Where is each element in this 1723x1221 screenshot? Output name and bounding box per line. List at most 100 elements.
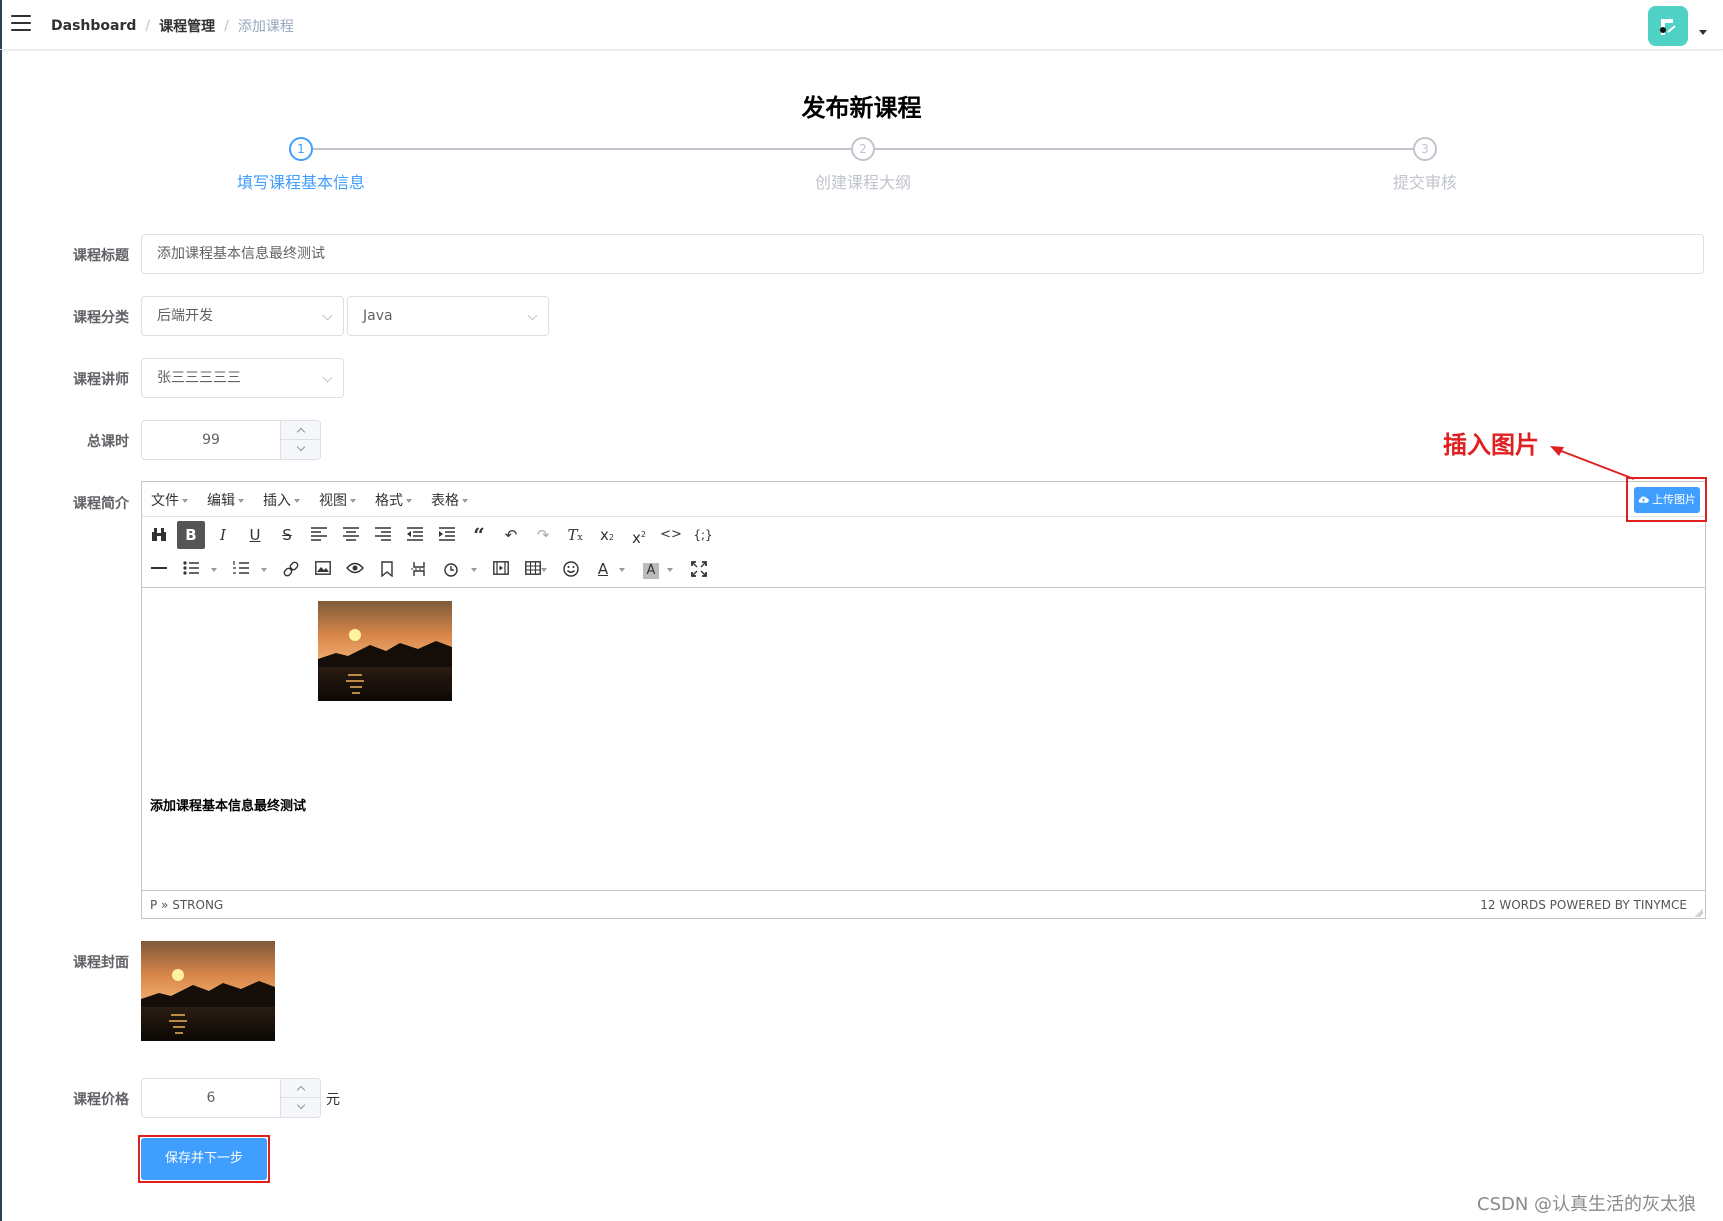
step-1-icon: 1 <box>289 137 313 161</box>
horizontal-rule-icon[interactable] <box>145 555 173 583</box>
caret-down-icon <box>406 499 412 503</box>
menu-table[interactable]: 表格 <box>431 490 468 510</box>
align-right-icon[interactable] <box>369 521 397 549</box>
table-caret-icon[interactable] <box>541 568 547 572</box>
category-level2-value: Java <box>363 308 393 324</box>
editor-content-area[interactable]: 添加课程基本信息最终测试 <box>142 588 1705 890</box>
chevron-down-icon <box>296 1100 306 1110</box>
user-avatar[interactable] <box>1648 6 1688 46</box>
text-color-caret-icon[interactable] <box>619 568 625 572</box>
bold-icon[interactable]: B <box>177 521 205 549</box>
redo-icon[interactable]: ↷ <box>529 521 557 549</box>
strikethrough-icon[interactable]: S <box>273 521 301 549</box>
chevron-down-icon <box>527 310 538 321</box>
caret-down-icon <box>238 499 244 503</box>
course-teacher-label: 课程讲师 <box>73 372 129 388</box>
numbered-list-caret-icon[interactable] <box>261 568 267 572</box>
course-category-label: 课程分类 <box>73 310 129 326</box>
text-color-icon[interactable]: A <box>589 555 617 583</box>
undo-icon[interactable]: ↶ <box>497 521 525 549</box>
editor-menubar: 文件 编辑 插入 视图 格式 表格 <box>142 482 1705 517</box>
total-hours-stepper[interactable]: 99 <box>141 420 321 460</box>
resize-handle-icon[interactable] <box>1695 909 1703 917</box>
menu-file[interactable]: 文件 <box>151 490 188 510</box>
code-icon[interactable]: <> <box>657 521 685 549</box>
background-color-icon[interactable]: A <box>637 555 665 583</box>
image-icon[interactable] <box>309 555 337 583</box>
hamburger-menu-icon[interactable] <box>11 15 31 33</box>
outdent-icon[interactable] <box>401 521 429 549</box>
step-1-title: 填写课程基本信息 <box>236 173 365 192</box>
page-break-icon[interactable] <box>405 555 433 583</box>
breadcrumb: Dashboard / 课程管理 / 添加课程 <box>51 16 294 36</box>
watermark: CSDN @认真生活的灰太狼 <box>1477 1194 1697 1215</box>
word-count: 12 WORDS POWERED BY TINYMCE <box>1480 898 1687 912</box>
decrease-button[interactable] <box>280 1098 320 1117</box>
course-cover-image[interactable] <box>141 941 275 1041</box>
editor-statusbar: P » STRONG 12 WORDS POWERED BY TINYMCE <box>142 890 1705 919</box>
avatar-dropdown-caret-icon[interactable] <box>1699 30 1707 35</box>
save-next-button[interactable]: 保存并下一步 <box>141 1138 267 1180</box>
caret-down-icon <box>182 499 188 503</box>
increase-button[interactable] <box>280 421 320 440</box>
menu-view[interactable]: 视图 <box>319 490 356 510</box>
menu-insert[interactable]: 插入 <box>263 490 300 510</box>
time-caret-icon[interactable] <box>471 568 477 572</box>
binoculars-icon[interactable] <box>145 521 173 549</box>
menu-edit[interactable]: 编辑 <box>207 490 244 510</box>
breadcrumb-course-manage[interactable]: 课程管理 <box>159 16 215 36</box>
total-hours-label: 总课时 <box>87 434 129 450</box>
step-connector <box>313 148 851 150</box>
price-unit: 元 <box>326 1092 340 1108</box>
step-3-icon: 3 <box>1413 137 1437 161</box>
fullscreen-icon[interactable] <box>685 555 713 583</box>
menu-format[interactable]: 格式 <box>375 490 412 510</box>
numbered-list-icon[interactable] <box>227 555 255 583</box>
category-level2-select[interactable]: Java <box>347 296 549 336</box>
time-icon[interactable] <box>437 555 465 583</box>
bookmark-icon[interactable] <box>373 555 401 583</box>
category-level1-value: 后端开发 <box>157 308 213 324</box>
underline-icon[interactable]: U <box>241 521 269 549</box>
align-left-icon[interactable] <box>305 521 333 549</box>
increase-button[interactable] <box>280 1079 320 1098</box>
price-stepper[interactable]: 6 <box>141 1078 321 1118</box>
price-value[interactable]: 6 <box>142 1079 280 1117</box>
step-2-icon: 2 <box>851 137 875 161</box>
background-color-caret-icon[interactable] <box>667 568 673 572</box>
preview-icon[interactable] <box>341 555 369 583</box>
breadcrumb-dashboard[interactable]: Dashboard <box>51 18 136 34</box>
breadcrumb-separator: / <box>145 18 151 34</box>
italic-icon[interactable]: I <box>209 521 237 549</box>
upload-image-button[interactable]: 上传图片 <box>1634 487 1700 513</box>
bullet-list-caret-icon[interactable] <box>211 568 217 572</box>
align-center-icon[interactable] <box>337 521 365 549</box>
step-3-title: 提交审核 <box>1392 173 1457 192</box>
indent-icon[interactable] <box>433 521 461 549</box>
teacher-value: 张三三三三三 <box>157 370 241 386</box>
course-title-input[interactable]: 添加课程基本信息最终测试 <box>141 234 1704 274</box>
clear-format-icon[interactable]: Tx <box>561 521 589 549</box>
top-navbar: Dashboard / 课程管理 / 添加课程 <box>0 0 1723 50</box>
category-level1-select[interactable]: 后端开发 <box>141 296 344 336</box>
link-icon[interactable] <box>277 555 305 583</box>
step-2-title: 创建课程大纲 <box>814 173 911 192</box>
breadcrumb-separator: / <box>224 18 229 34</box>
teacher-select[interactable]: 张三三三三三 <box>141 358 344 398</box>
bullet-list-icon[interactable] <box>177 555 205 583</box>
caret-down-icon <box>294 499 300 503</box>
element-path[interactable]: P » STRONG <box>150 898 223 912</box>
sunset-image[interactable] <box>318 601 452 701</box>
media-icon[interactable] <box>487 555 515 583</box>
annotation-arrow-icon <box>1550 446 1635 480</box>
breadcrumb-current: 添加课程 <box>237 19 294 35</box>
code-sample-icon[interactable]: {;} <box>689 521 717 549</box>
emoji-icon[interactable] <box>557 555 585 583</box>
total-hours-value[interactable]: 99 <box>142 421 280 459</box>
caret-down-icon <box>350 499 356 503</box>
subscript-icon[interactable]: x2 <box>593 521 621 549</box>
chevron-up-icon <box>296 1085 306 1095</box>
blockquote-icon[interactable]: “ <box>465 521 493 549</box>
superscript-icon[interactable]: x2 <box>625 521 653 549</box>
decrease-button[interactable] <box>280 440 320 459</box>
